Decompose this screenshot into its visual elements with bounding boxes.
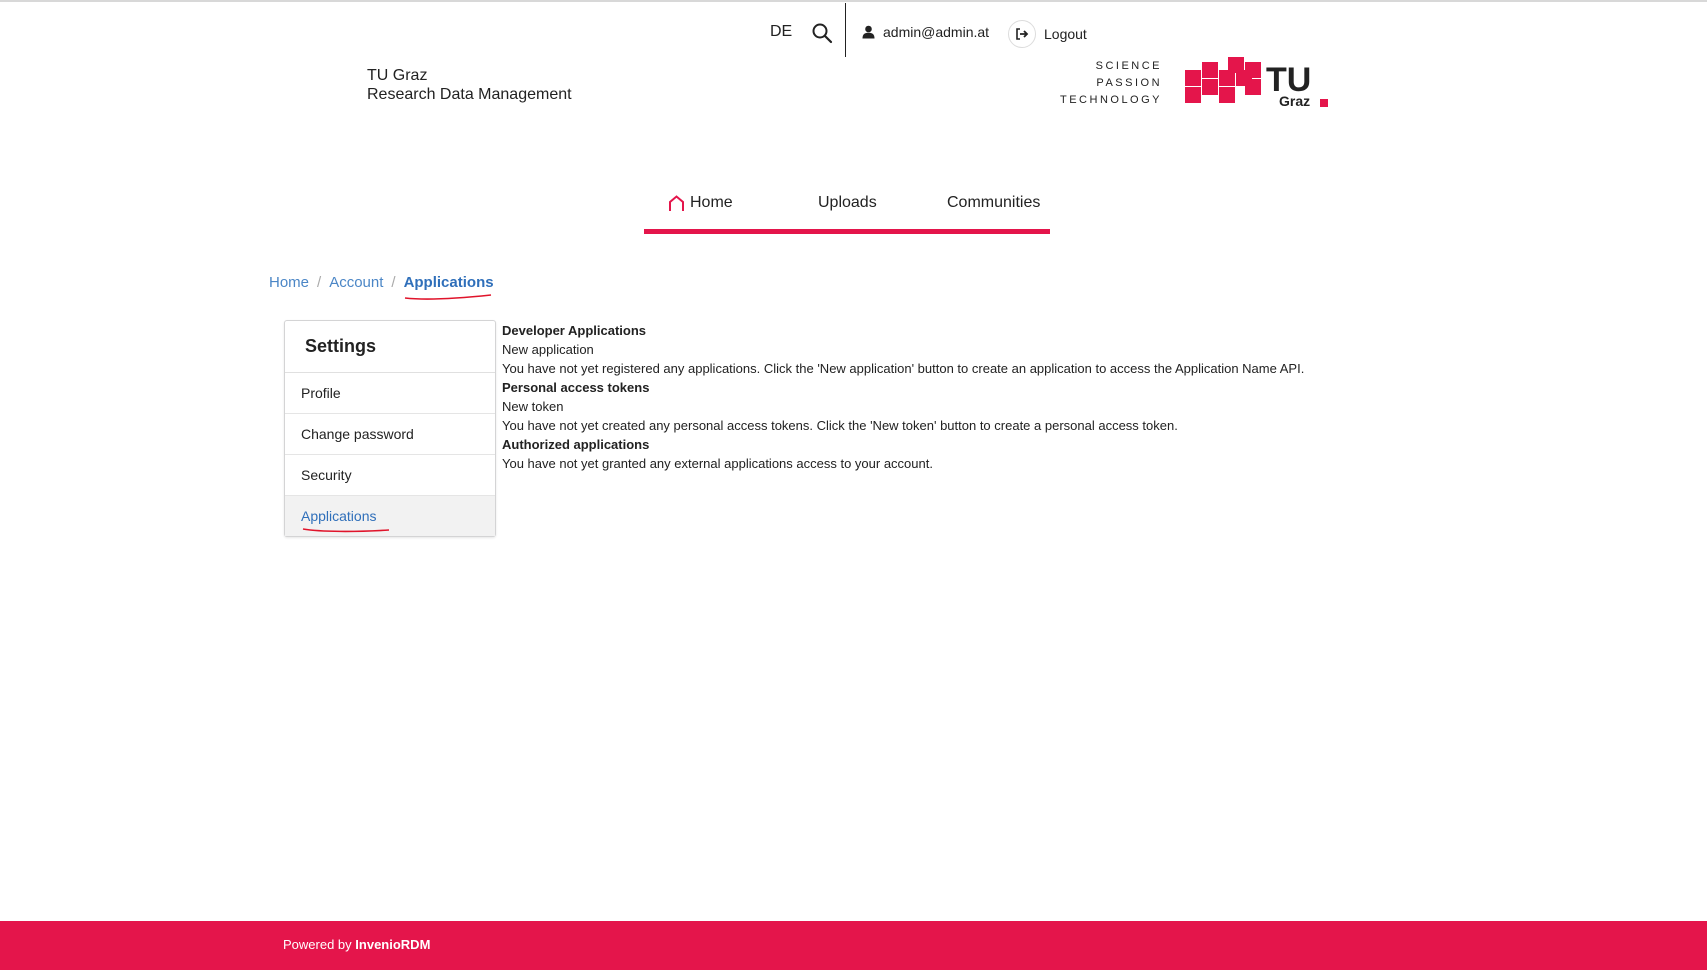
new-application-button[interactable]: New application <box>502 340 1304 359</box>
personal-tokens-empty: You have not yet created any personal ac… <box>502 418 1178 433</box>
nav-communities[interactable]: Communities <box>947 194 1040 212</box>
settings-menu: Settings Profile Change password Securit… <box>284 320 496 537</box>
footer-powered-by-label: Powered by <box>283 937 352 952</box>
annotation-underline <box>404 294 491 300</box>
breadcrumb-applications: Applications <box>403 274 494 291</box>
settings-title: Settings <box>285 321 495 373</box>
user-icon <box>862 25 875 39</box>
user-email: admin@admin.at <box>883 24 990 40</box>
search-icon[interactable] <box>811 22 833 44</box>
settings-item-change-password[interactable]: Change password <box>285 414 495 455</box>
settings-item-profile[interactable]: Profile <box>285 373 495 414</box>
personal-tokens-heading: Personal access tokens <box>502 380 650 395</box>
authorized-applications-empty: You have not yet granted any external ap… <box>502 456 933 471</box>
top-border <box>0 0 1707 2</box>
header-divider <box>845 3 846 57</box>
breadcrumb-account[interactable]: Account <box>329 274 383 291</box>
logo-text-graz: Graz <box>1279 93 1310 109</box>
settings-item-applications-label: Applications <box>301 508 377 524</box>
nav-communities-label: Communities <box>947 194 1041 211</box>
developer-applications-heading: Developer Applications <box>502 323 646 338</box>
brand-line-2: Research Data Management <box>367 86 572 103</box>
settings-item-applications[interactable]: Applications <box>285 496 495 536</box>
nav-uploads-label: Uploads <box>818 194 877 211</box>
settings-item-security[interactable]: Security <box>285 455 495 496</box>
logout-button[interactable]: Logout <box>1008 20 1087 48</box>
user-menu[interactable]: admin@admin.at <box>862 24 989 40</box>
tagline-technology: TECHNOLOGY <box>1060 94 1163 106</box>
breadcrumb-current: Applications <box>403 274 494 300</box>
home-icon <box>669 194 684 211</box>
breadcrumb-home[interactable]: Home <box>269 274 309 291</box>
logout-label: Logout <box>1044 26 1087 42</box>
nav-home-label: Home <box>690 194 733 211</box>
annotation-underline <box>302 528 390 533</box>
site-brand[interactable]: TU Graz Research Data Management <box>367 66 572 104</box>
main-nav: Home Uploads Communities <box>644 186 1050 234</box>
tagline-passion: PASSION <box>1096 77 1163 89</box>
authorized-applications-heading: Authorized applications <box>502 437 650 452</box>
breadcrumb: Home / Account / Applications <box>269 274 494 300</box>
developer-applications-empty: You have not yet registered any applicat… <box>502 361 1305 376</box>
tagline: SCIENCE PASSION TECHNOLOGY <box>1060 58 1162 109</box>
language-switch[interactable]: DE <box>770 23 792 41</box>
footer-powered-by: Powered by InvenioRDM <box>283 937 430 952</box>
applications-content: Developer Applications New application Y… <box>502 321 1304 473</box>
footer: Powered by InvenioRDM <box>0 921 1707 970</box>
nav-uploads[interactable]: Uploads <box>818 194 877 212</box>
footer-product-link[interactable]: InvenioRDM <box>355 937 430 952</box>
brand-line-1: TU Graz <box>367 67 428 84</box>
tu-graz-logo[interactable]: TU Graz <box>1185 57 1330 112</box>
nav-home[interactable]: Home <box>668 194 733 212</box>
logout-icon <box>1008 20 1036 48</box>
breadcrumb-separator: / <box>391 274 396 291</box>
new-token-button[interactable]: New token <box>502 397 1304 416</box>
tagline-science: SCIENCE <box>1095 60 1163 72</box>
breadcrumb-separator: / <box>317 274 322 291</box>
